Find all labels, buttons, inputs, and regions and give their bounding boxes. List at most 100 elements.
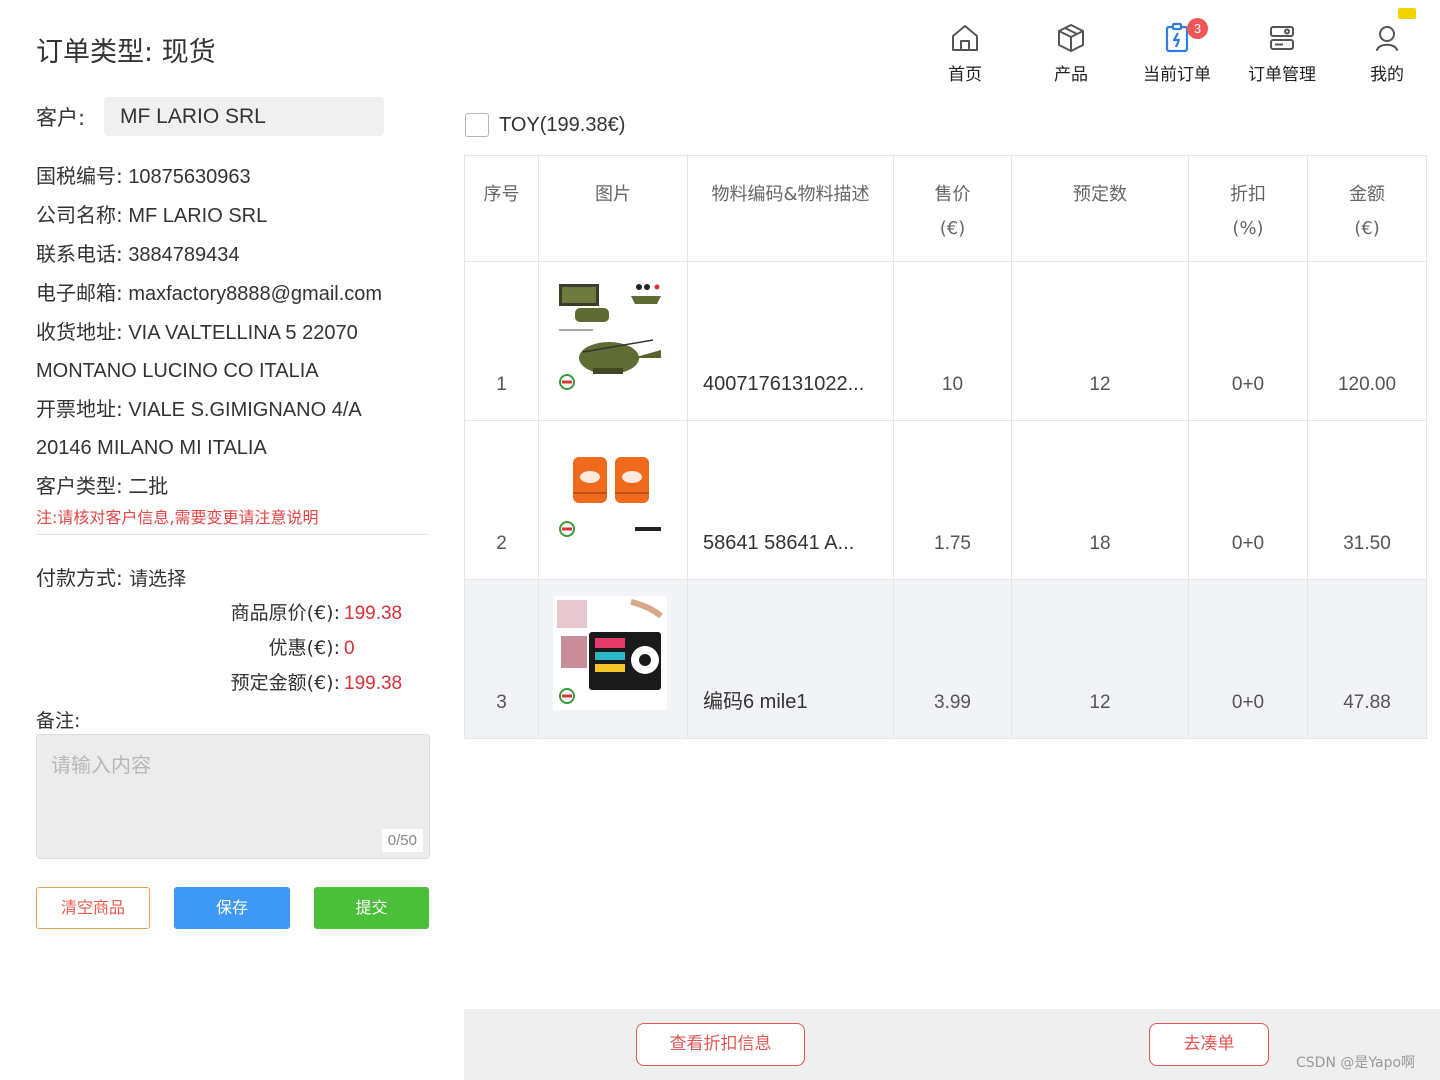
header-unit: (€) <box>1354 218 1380 239</box>
remark-input[interactable] <box>37 735 429 858</box>
info-value: maxfactory8888@gmail.com <box>128 283 383 305</box>
header-unit: (€) <box>939 218 966 239</box>
header-text: 预定数 <box>1073 184 1127 205</box>
row-index: 2 <box>464 420 539 580</box>
nav-item-products[interactable]: 产品 <box>1018 22 1124 85</box>
info-label: 电子邮箱: <box>36 281 123 305</box>
table-header-row: 序号 图片 物料编码&物料描述 售价 (€) 预定数 折扣 (%) 金额 (€) <box>464 155 1427 262</box>
category-label: TOY(199.38€) <box>499 113 626 136</box>
toy-helicopter-image[interactable] <box>553 278 667 392</box>
header-unit: (%) <box>1232 218 1264 239</box>
header-text: 售价 <box>934 184 971 205</box>
nav-label: 当前订单 <box>1143 65 1211 85</box>
original-price-row: 商品原价(€): 199.38 <box>36 598 406 625</box>
craft-kit-image[interactable] <box>553 596 667 710</box>
nav-item-current-order[interactable]: 3 当前订单 <box>1124 18 1230 85</box>
customer-select[interactable]: MF LARIO SRL <box>104 97 384 136</box>
remark-label: 备注: <box>36 710 81 732</box>
info-label: 公司名称: <box>36 203 123 227</box>
clear-products-button[interactable]: 清空商品 <box>36 887 150 929</box>
row-image-cell <box>538 420 688 580</box>
info-label: 收货地址: <box>36 320 123 344</box>
order-management-icon <box>1266 22 1298 54</box>
nav-label: 我的 <box>1370 65 1404 85</box>
status-indicator <box>1398 8 1416 19</box>
row-discount: 0+0 <box>1188 579 1308 739</box>
discount-value: 0 <box>344 638 355 659</box>
order-count-badge: 3 <box>1187 18 1208 39</box>
original-price-value: 199.38 <box>344 603 403 624</box>
info-value: 20146 MILANO MI ITALIA <box>36 437 267 459</box>
header-text: 折扣 <box>1230 184 1266 205</box>
header-text: 图片 <box>595 184 631 205</box>
table-row[interactable]: 3 编码6 mile1 3.99 12 0+0 47.88 <box>464 579 1427 739</box>
category-checkbox[interactable] <box>465 113 489 137</box>
payment-select[interactable]: 请选择 <box>129 568 186 590</box>
discount-row: 优惠(€): 0 <box>36 633 406 660</box>
nav-label: 产品 <box>1054 65 1088 85</box>
table-row[interactable]: 1 4007176131022... 10 12 0+0 120.00 <box>464 261 1427 421</box>
shipping-address-line: 收货地址: VIA VALTELLINA 5 22070 <box>36 313 430 352</box>
payment-method-row: 付款方式: 请选择 <box>36 562 186 591</box>
column-header-image: 图片 <box>538 155 688 262</box>
row-index: 3 <box>464 579 539 739</box>
combine-order-button[interactable]: 去凑单 <box>1149 1023 1269 1066</box>
info-value: 3884789434 <box>128 244 240 266</box>
company-name-line: 公司名称: MF LARIO SRL <box>36 196 430 235</box>
top-navigation: 首页 产品 3 当前订单 订单管理 我的 <box>912 18 1440 92</box>
customer-info-list: 国税编号: 10875630963 公司名称: MF LARIO SRL 联系电… <box>36 157 430 506</box>
remark-field: 0/50 <box>36 734 430 859</box>
original-price-label: 商品原价(€): <box>230 602 340 624</box>
total-amount-row: 预定金额(€): 199.38 <box>36 668 406 695</box>
row-quantity[interactable]: 18 <box>1011 420 1189 580</box>
view-discount-info-button[interactable]: 查看折扣信息 <box>636 1023 805 1066</box>
save-button[interactable]: 保存 <box>174 887 290 929</box>
row-quantity[interactable]: 12 <box>1011 579 1189 739</box>
row-discount: 0+0 <box>1188 420 1308 580</box>
customer-label: 客户: <box>36 105 86 130</box>
info-label: 联系电话: <box>36 242 123 266</box>
user-icon <box>1371 22 1403 54</box>
info-value: VIA VALTELLINA 5 22070 <box>128 322 358 344</box>
row-discount: 0+0 <box>1188 261 1308 421</box>
billing-address-line: 开票地址: VIALE S.GIMIGNANO 4/A <box>36 390 430 429</box>
info-value: 10875630963 <box>128 166 251 188</box>
row-price: 10 <box>893 261 1012 421</box>
row-image-cell <box>538 579 688 739</box>
table-row[interactable]: 2 58641 58641 A... 1.75 18 0+0 31.50 <box>464 420 1427 580</box>
nav-item-mine[interactable]: 我的 <box>1334 22 1440 85</box>
row-description: 4007176131022... <box>687 261 894 421</box>
info-value: 二批 <box>128 474 169 498</box>
row-quantity[interactable]: 12 <box>1011 261 1189 421</box>
row-index: 1 <box>464 261 539 421</box>
column-header-discount: 折扣 (%) <box>1188 155 1308 262</box>
billing-address-line-2: 20146 MILANO MI ITALIA <box>36 429 430 467</box>
header-text: 序号 <box>483 184 520 205</box>
header-text: 物料编码&物料描述 <box>711 184 870 205</box>
total-amount-label: 预定金额(€): <box>230 672 340 694</box>
column-header-quantity: 预定数 <box>1011 155 1189 262</box>
nav-item-order-management[interactable]: 订单管理 <box>1229 22 1335 85</box>
info-label: 国税编号: <box>36 164 123 188</box>
column-header-price: 售价 (€) <box>893 155 1012 262</box>
column-header-index: 序号 <box>464 155 539 262</box>
submit-button[interactable]: 提交 <box>314 887 429 929</box>
home-icon <box>949 22 981 54</box>
row-description: 编码6 mile1 <box>687 579 894 739</box>
column-header-description: 物料编码&物料描述 <box>687 155 894 262</box>
row-amount: 47.88 <box>1307 579 1427 739</box>
payment-label: 付款方式: <box>36 566 123 590</box>
category-filter-toy[interactable]: TOY(199.38€) <box>465 113 625 137</box>
arm-floats-image[interactable] <box>553 437 667 551</box>
customer-type-line: 客户类型: 二批 <box>36 467 430 506</box>
nav-item-home[interactable]: 首页 <box>912 22 1018 85</box>
row-description: 58641 58641 A... <box>687 420 894 580</box>
row-price: 1.75 <box>893 420 1012 580</box>
row-price: 3.99 <box>893 579 1012 739</box>
info-value: MF LARIO SRL <box>128 205 268 227</box>
column-header-amount: 金额 (€) <box>1307 155 1427 262</box>
header-text: 金额 <box>1349 184 1385 205</box>
product-box-icon <box>1055 22 1087 54</box>
discount-label: 优惠(€): <box>268 637 340 659</box>
watermark: CSDN @是Yapo啊 <box>1296 1055 1416 1071</box>
